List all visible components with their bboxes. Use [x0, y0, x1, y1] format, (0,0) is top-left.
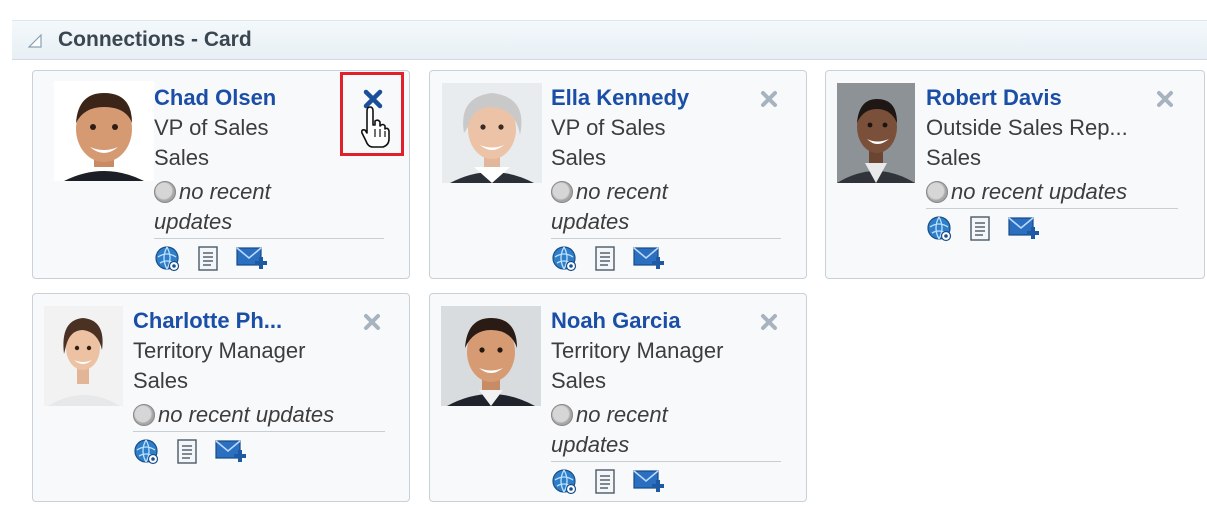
divider	[133, 431, 385, 432]
send-message-icon[interactable]	[632, 468, 666, 496]
status-indicator-icon	[551, 181, 573, 203]
contact-name[interactable]: Noah Garcia	[551, 308, 681, 334]
status-indicator-icon	[154, 181, 176, 203]
highlight-box	[340, 72, 404, 156]
connect-globe-icon[interactable]	[133, 438, 161, 466]
contact-title: VP of Sales	[551, 115, 666, 140]
profile-document-icon[interactable]	[966, 215, 994, 243]
contact-department: Sales	[154, 145, 210, 170]
status-indicator-icon	[133, 404, 155, 426]
close-icon[interactable]	[757, 310, 781, 334]
contact-name[interactable]: Chad Olsen	[154, 85, 276, 111]
status: no recent updates	[154, 177, 271, 237]
status: no recent updates	[551, 400, 668, 460]
card-actions	[926, 215, 1049, 247]
connect-globe-icon[interactable]	[551, 245, 579, 273]
contact-title: Territory Manager	[133, 338, 306, 363]
status-text-cont: updates	[154, 209, 233, 234]
profile-document-icon[interactable]	[194, 245, 222, 273]
panel-title: Connections - Card	[58, 28, 252, 51]
divider	[551, 238, 781, 239]
contact-department: Sales	[133, 368, 189, 393]
panel-header: Connections - Card	[12, 20, 1207, 60]
close-icon[interactable]	[360, 310, 384, 334]
avatar[interactable]	[441, 306, 541, 406]
contact-department: Sales	[551, 145, 607, 170]
status-text: no recent updates	[951, 179, 1128, 204]
divider	[154, 238, 384, 239]
divider	[926, 208, 1178, 209]
card-actions	[154, 245, 277, 277]
collapse-triangle-icon[interactable]	[28, 34, 42, 48]
connection-card: Charlotte Ph... Territory Manager Sales …	[32, 293, 410, 502]
connect-globe-icon[interactable]	[551, 468, 579, 496]
avatar[interactable]	[837, 83, 915, 183]
status: no recent updates	[133, 400, 334, 430]
contact-title: Outside Sales Rep...	[926, 115, 1128, 140]
send-message-icon[interactable]	[235, 245, 269, 273]
avatar[interactable]	[44, 306, 123, 406]
contact-title: Territory Manager	[551, 338, 724, 363]
contact-department: Sales	[551, 368, 607, 393]
connect-globe-icon[interactable]	[926, 215, 954, 243]
profile-document-icon[interactable]	[173, 438, 201, 466]
status-text-cont: updates	[551, 209, 630, 234]
status-indicator-icon	[926, 181, 948, 203]
connection-card: Robert Davis Outside Sales Rep... Sales …	[825, 70, 1205, 279]
connection-card: Noah Garcia Territory Manager Sales no r…	[429, 293, 807, 502]
connection-card: Ella Kennedy VP of Sales Sales no recent…	[429, 70, 807, 279]
divider	[551, 461, 781, 462]
status: no recent updates	[926, 177, 1127, 207]
contact-name[interactable]: Charlotte Ph...	[133, 308, 282, 334]
profile-document-icon[interactable]	[591, 468, 619, 496]
close-icon[interactable]	[1153, 87, 1177, 111]
profile-document-icon[interactable]	[591, 245, 619, 273]
contact-name[interactable]: Ella Kennedy	[551, 85, 689, 111]
send-message-icon[interactable]	[632, 245, 666, 273]
status-text-cont: updates	[551, 432, 630, 457]
close-icon[interactable]	[757, 87, 781, 111]
send-message-icon[interactable]	[1007, 215, 1041, 243]
status: no recent updates	[551, 177, 668, 237]
status-text: no recent	[179, 179, 271, 204]
card-actions	[133, 438, 256, 470]
avatar[interactable]	[54, 81, 154, 181]
avatar[interactable]	[442, 83, 542, 183]
contact-department: Sales	[926, 145, 982, 170]
card-actions	[551, 245, 674, 277]
status-text: no recent	[576, 179, 668, 204]
connection-card: Chad Olsen VP of Sales Sales no recent u…	[32, 70, 410, 279]
card-actions	[551, 468, 674, 500]
contact-title: VP of Sales	[154, 115, 269, 140]
status-text: no recent updates	[158, 402, 335, 427]
contact-name[interactable]: Robert Davis	[926, 85, 1062, 111]
send-message-icon[interactable]	[214, 438, 248, 466]
connect-globe-icon[interactable]	[154, 245, 182, 273]
status-indicator-icon	[551, 404, 573, 426]
status-text: no recent	[576, 402, 668, 427]
